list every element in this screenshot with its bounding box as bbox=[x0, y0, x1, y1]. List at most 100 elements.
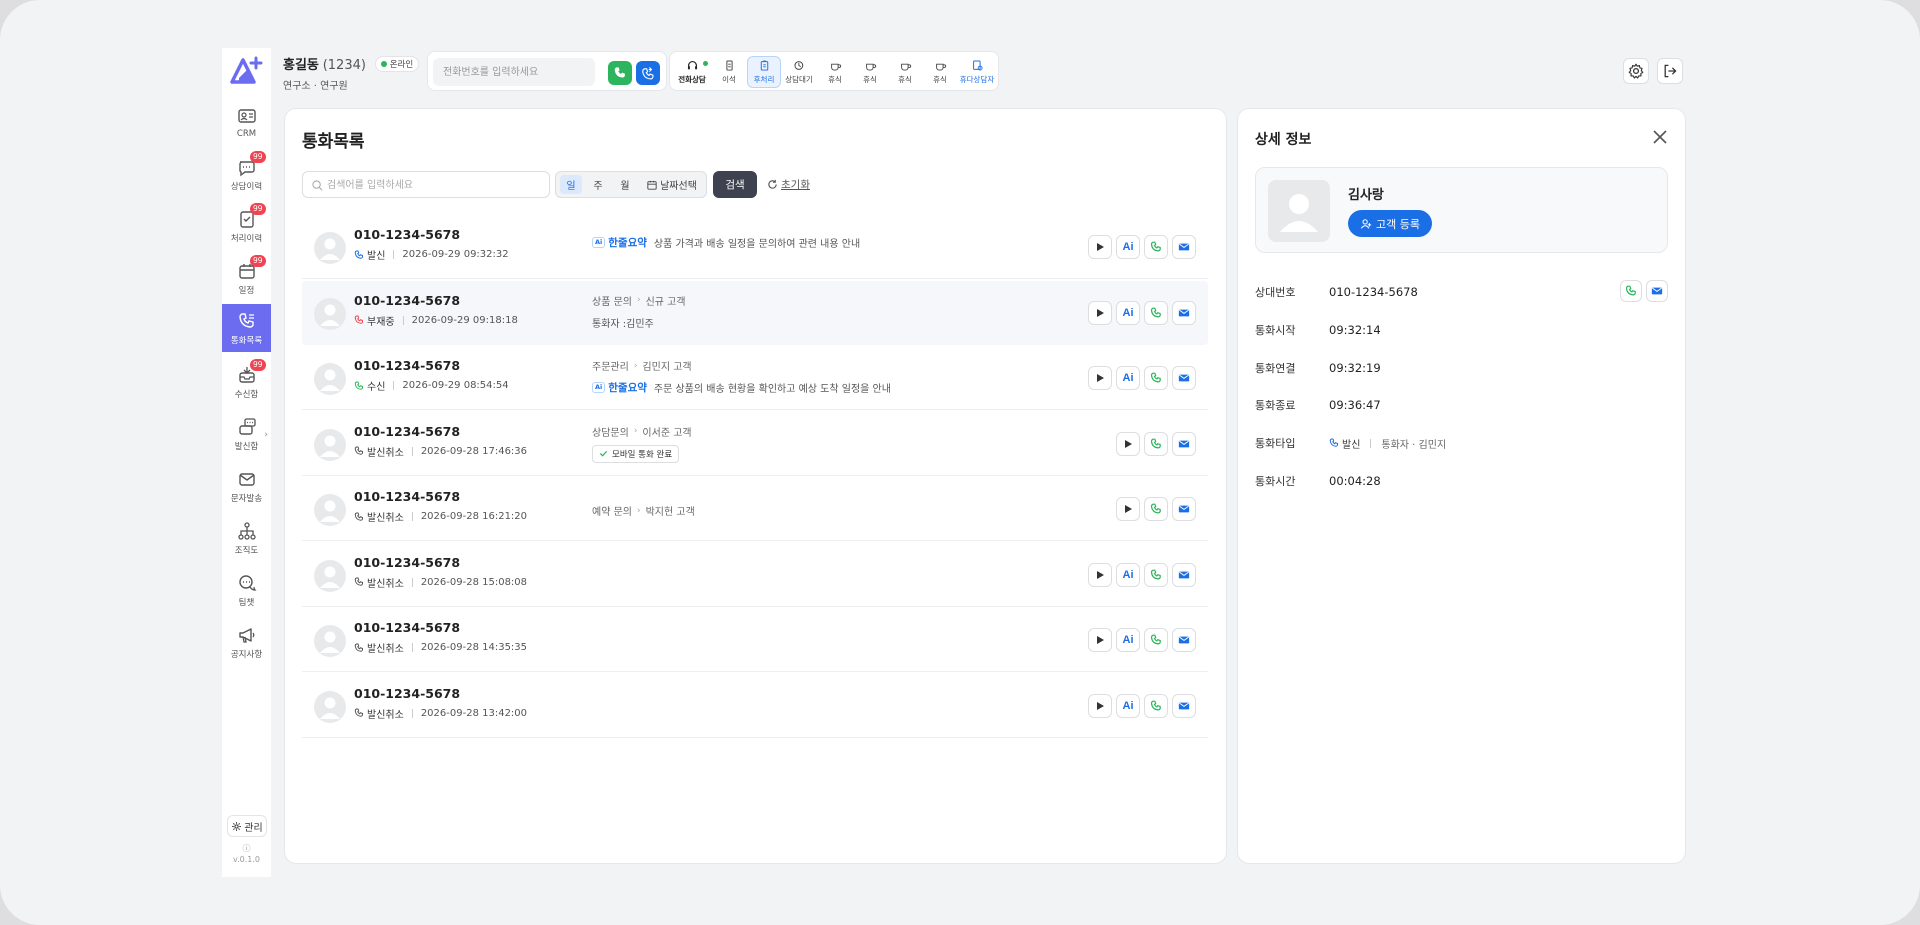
status-badge[interactable]: 온라인 bbox=[374, 56, 420, 72]
sidebar-item-process-history[interactable]: 99 처리이력 bbox=[222, 202, 271, 250]
phone-icon bbox=[354, 446, 363, 455]
coffee-icon bbox=[935, 63, 946, 71]
call-row[interactable]: 010-1234-5678 발신취소 2026-09-28 15:08:08 Ai bbox=[302, 543, 1208, 607]
avatar bbox=[314, 363, 346, 395]
call-row[interactable]: 010-1234-5678 발신취소 2026-09-28 17:46:36 상담문의… bbox=[302, 412, 1208, 476]
call-back-button[interactable] bbox=[1144, 366, 1168, 390]
call-back-button[interactable] bbox=[1144, 497, 1168, 521]
call-back-button[interactable] bbox=[1144, 300, 1168, 325]
search-input[interactable] bbox=[327, 176, 542, 194]
call-back-button[interactable] bbox=[1144, 628, 1168, 652]
status-break-3[interactable]: 휴식 bbox=[888, 56, 922, 88]
customer-name: 김사랑 bbox=[1348, 188, 1384, 203]
status-break-4[interactable]: 휴식 bbox=[923, 56, 957, 88]
send-message-button[interactable] bbox=[1172, 562, 1196, 587]
play-recording-button[interactable] bbox=[1088, 366, 1112, 390]
status-away[interactable]: 이석 bbox=[712, 56, 746, 88]
ai-summary-button[interactable]: Ai bbox=[1116, 562, 1140, 587]
call-type: 발신취소 bbox=[367, 578, 404, 590]
sidebar-item-notice[interactable]: 공지사항 bbox=[222, 618, 271, 666]
period-month-button[interactable]: 월 bbox=[614, 175, 636, 194]
send-message-button[interactable] bbox=[1172, 300, 1196, 325]
period-day-button[interactable]: 일 bbox=[560, 175, 582, 194]
call-row[interactable]: 010-1234-5678 발신취소 2026-09-28 13:42:00 Ai bbox=[302, 674, 1208, 738]
call-button[interactable] bbox=[608, 61, 632, 85]
sidebar-item-schedule[interactable]: 99 일정 bbox=[222, 254, 271, 302]
send-message-button[interactable] bbox=[1172, 431, 1196, 456]
call-back-button[interactable] bbox=[1144, 562, 1168, 587]
send-message-button[interactable] bbox=[1172, 693, 1196, 718]
search-button[interactable]: 검색 bbox=[713, 171, 757, 198]
status-consult-wait[interactable]: 상담대기 bbox=[782, 56, 816, 88]
call-back-button[interactable] bbox=[1144, 235, 1168, 259]
detail-row: 통화종료 09:36:47 bbox=[1255, 395, 1668, 415]
reset-button[interactable]: 초기화 bbox=[767, 177, 810, 192]
ai-summary-button[interactable]: Ai bbox=[1116, 628, 1140, 652]
ai-summary-button[interactable]: Ai bbox=[1116, 693, 1140, 718]
sidebar-item-consult-history[interactable]: 99 상담이력 bbox=[222, 150, 271, 198]
call-row[interactable]: 010-1234-5678 발신취소 2026-09-28 16:21:20 예약 문… bbox=[302, 477, 1208, 541]
logout-button[interactable] bbox=[1657, 58, 1683, 84]
call-back-button[interactable] bbox=[1620, 280, 1642, 302]
sidebar-item-outbox[interactable]: › 발신함 bbox=[222, 410, 271, 458]
play-recording-button[interactable] bbox=[1116, 497, 1140, 521]
play-recording-button[interactable] bbox=[1088, 300, 1112, 325]
ai-summary-button[interactable]: Ai bbox=[1116, 235, 1140, 259]
play-recording-button[interactable] bbox=[1088, 628, 1112, 652]
call-row[interactable]: 010-1234-5678 부재중 2026-09-29 09:18:18 상품 문의… bbox=[302, 280, 1208, 345]
admin-button[interactable]: 관리 bbox=[227, 815, 267, 837]
field-key: 통화시작 bbox=[1255, 323, 1296, 337]
sidebar-item-inbox[interactable]: 99 수신함 bbox=[222, 358, 271, 406]
settings-button[interactable] bbox=[1623, 58, 1649, 84]
phone-number: 010-1234-5678 bbox=[354, 423, 461, 439]
sidebar-item-org-chart[interactable]: 조직도 bbox=[222, 514, 271, 562]
play-recording-button[interactable] bbox=[1088, 235, 1112, 259]
status-break-1[interactable]: 휴식 bbox=[818, 56, 852, 88]
status-after-work[interactable]: 후처리 bbox=[747, 56, 781, 88]
call-back-button[interactable] bbox=[1144, 431, 1168, 456]
call-meta: 발신취소 2026-09-28 15:08:08 bbox=[354, 575, 527, 590]
ai-summary-label: 한줄요약 bbox=[608, 382, 647, 394]
field-value-wrap: 09:32:14 bbox=[1329, 323, 1381, 337]
ai-summary-label: 한줄요약 bbox=[608, 237, 647, 249]
period-week-button[interactable]: 주 bbox=[587, 175, 609, 194]
call-time: 2026-09-28 15:08:08 bbox=[420, 576, 528, 588]
call-back-button[interactable] bbox=[1144, 693, 1168, 718]
sidebar-item-call-list[interactable]: 통화목록 bbox=[222, 304, 271, 352]
customer-label: 이서준 고객 bbox=[642, 427, 692, 439]
play-recording-button[interactable] bbox=[1116, 431, 1140, 456]
transfer-call-button[interactable] bbox=[636, 61, 660, 85]
register-customer-button[interactable]: 고객 등록 bbox=[1348, 210, 1432, 237]
call-meta: 발신취소 2026-09-28 17:46:36 bbox=[354, 444, 527, 459]
send-message-button[interactable] bbox=[1172, 366, 1196, 390]
sidebar-item-send-sms[interactable]: 문자발송 bbox=[222, 462, 271, 510]
summary-text: 상품 가격과 배송 일정을 문의하여 관련 내용 안내 bbox=[653, 239, 861, 250]
ai-summary-button[interactable]: Ai bbox=[1116, 300, 1140, 325]
app-logo-icon[interactable] bbox=[230, 56, 264, 86]
play-icon bbox=[1097, 243, 1104, 251]
status-other-agent[interactable]: 휴다상담자 bbox=[958, 56, 996, 88]
row-actions: Ai bbox=[1088, 628, 1196, 652]
ai-summary-button[interactable]: Ai bbox=[1116, 366, 1140, 390]
send-message-button[interactable] bbox=[1646, 280, 1668, 302]
status-break-2[interactable]: 휴식 bbox=[853, 56, 887, 88]
row-actions: Ai bbox=[1088, 300, 1196, 325]
play-recording-button[interactable] bbox=[1088, 693, 1112, 718]
call-row[interactable]: 010-1234-5678 발신취소 2026-09-28 14:35:35 Ai bbox=[302, 608, 1208, 672]
notification-badge: 99 bbox=[250, 203, 266, 215]
sidebar-item-crm[interactable]: CRM bbox=[222, 98, 271, 146]
call-type: 발신취소 bbox=[367, 513, 404, 524]
send-message-button[interactable] bbox=[1172, 497, 1196, 521]
user-placeholder-icon bbox=[320, 369, 340, 391]
send-message-button[interactable] bbox=[1172, 628, 1196, 652]
date-select-button[interactable]: 날짜선택 bbox=[640, 175, 704, 194]
play-recording-button[interactable] bbox=[1088, 562, 1112, 587]
call-row[interactable]: 010-1234-5678 발신 2026-09-29 09:32:32 Ai 한줄요약… bbox=[302, 215, 1208, 279]
sidebar-item-label: 조직도 bbox=[234, 545, 259, 556]
sidebar-item-team-chat[interactable]: 팀챗 bbox=[222, 566, 271, 614]
send-message-button[interactable] bbox=[1172, 235, 1196, 259]
close-icon[interactable] bbox=[1651, 128, 1669, 146]
status-phone-consult[interactable]: 전화상담 bbox=[672, 56, 712, 88]
phone-number-input[interactable] bbox=[433, 58, 595, 86]
call-row[interactable]: 010-1234-5678 수신 2026-09-29 08:54:54 주문관리 › 김… bbox=[302, 346, 1208, 410]
